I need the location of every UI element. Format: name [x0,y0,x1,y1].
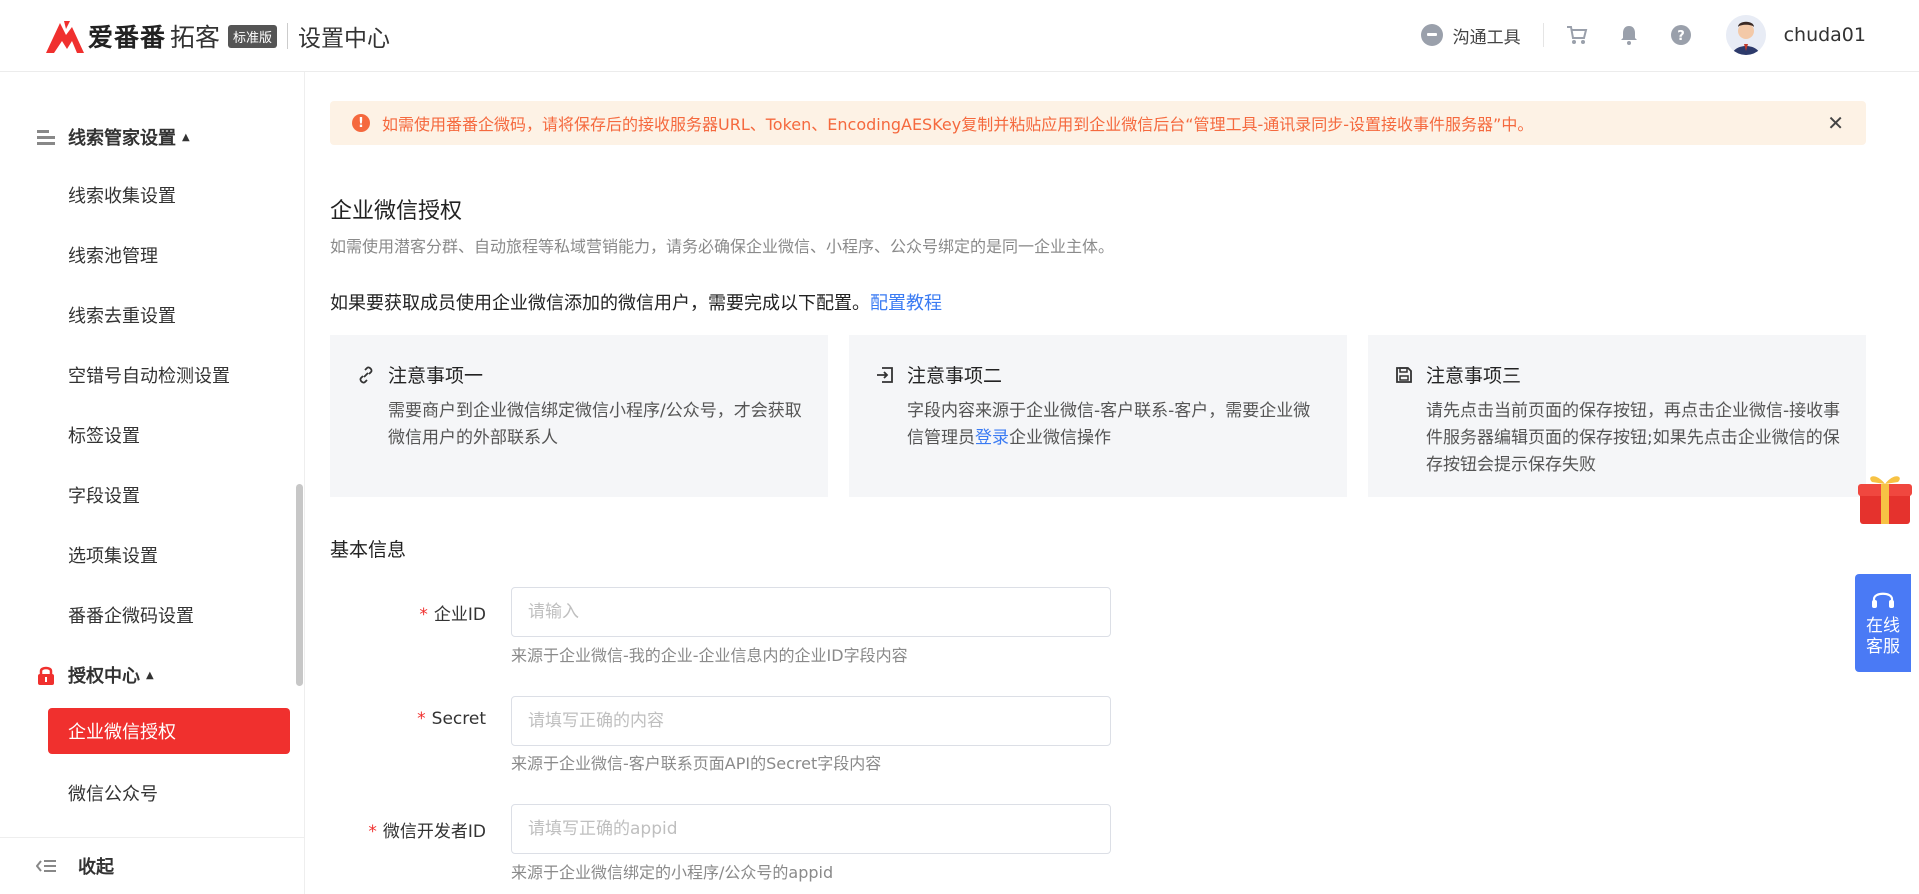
collapse-label: 收起 [78,857,114,878]
notice-title: 注意事项一 [388,365,484,387]
username[interactable]: chuda01 [1784,24,1866,46]
sidebar: 线索管家设置 ▲ 线索收集设置 线索池管理 线索去重设置 空错号自动检测设置 标… [0,72,305,894]
notice-title: 注意事项二 [907,365,1003,387]
login-link[interactable]: 登录 [975,428,1009,448]
svg-text:?: ? [1677,29,1685,44]
corp-id-input[interactable] [511,587,1111,637]
field-label: 微信开发者ID [382,822,486,842]
caret-up-icon: ▲ [146,669,154,681]
logo-mark-icon [46,21,84,53]
gift-icon[interactable] [1856,470,1914,526]
headset-icon [1872,592,1894,608]
sidebar-item-fields[interactable]: 字段设置 [68,482,140,508]
warning-icon: ! [352,114,370,132]
bell-icon[interactable] [1618,24,1640,46]
logo-sub: 拓客 [170,23,221,52]
sidebar-item-number-check[interactable]: 空错号自动检测设置 [68,362,230,388]
chat-icon [1420,24,1443,46]
comm-tool-button[interactable]: 沟通工具 [1420,23,1521,48]
lock-icon [38,666,54,685]
sidebar-item-wecom-code[interactable]: 番番企微码设置 [68,602,194,628]
sidebar-scrollbar[interactable] [296,484,303,686]
notice-title: 注意事项三 [1426,365,1522,387]
secret-input[interactable] [511,696,1111,746]
logo[interactable]: 爱番番 拓客 标准版 设置中心 [44,16,390,56]
notice-card-2: 注意事项二 字段内容来源于企业微信-客户联系-客户，需要企业微信管理员登录企业微… [849,335,1347,497]
notice-card-3: 注意事项三 请先点击当前页面的保存按钮，再点击企业微信-接收事件服务器编辑页面的… [1368,335,1866,497]
logo-divider [287,23,289,49]
notice-card-1: 注意事项一 需要商户到企业微信绑定微信小程序/公众号，才会获取微信用户的外部联系… [330,335,828,497]
corp-id-help: 来源于企业微信-我的企业-企业信息内的企业ID字段内容 [511,646,908,665]
sidebar-item-lead-dedup[interactable]: 线索去重设置 [68,302,176,328]
sidebar-group-label: 线索管家设置 [68,128,176,149]
section-title: 企业微信授权 [330,199,463,224]
close-icon[interactable]: ✕ [1827,113,1844,133]
link-icon [356,365,376,385]
notice-body-text: 企业微信操作 [1009,428,1111,448]
sidebar-item-option-sets[interactable]: 选项集设置 [68,542,158,568]
logo-brand: 爱番番 [88,23,167,52]
collapse-icon [36,860,56,872]
secret-label: * Secret [330,709,486,729]
required-mark: * [417,709,426,729]
header-divider [1542,23,1544,47]
caret-up-icon: ▲ [182,131,190,143]
config-tutorial-link[interactable]: 配置教程 [870,293,942,314]
sidebar-collapse-button[interactable]: 收起 [0,837,304,894]
sidebar-item-wechat-official[interactable]: 微信公众号 [68,780,158,806]
field-label: Secret [431,709,486,729]
config-note: 如果要获取成员使用企业微信添加的微信用户，需要完成以下配置。配置教程 [330,289,942,315]
appid-input[interactable] [511,804,1111,854]
sidebar-item-tags[interactable]: 标签设置 [68,422,140,448]
online-service-button[interactable]: 在线客服 [1855,574,1911,672]
required-mark: * [419,605,428,625]
sidebar-group-leads[interactable]: 线索管家设置 ▲ [36,124,190,150]
header-actions: 沟通工具 ? chuda01 [1420,0,1919,70]
list-icon [37,130,55,145]
alert-text: 如需使用番番企微码，请将保存后的接收服务器URL、Token、EncodingA… [382,115,1534,134]
online-service-label: 在线客服 [1866,616,1900,657]
required-mark: * [368,822,377,842]
basic-info-title: 基本信息 [330,539,407,561]
appid-label: * 微信开发者ID [330,817,486,842]
sidebar-group-label: 授权中心 [68,666,140,687]
login-icon [875,365,895,385]
section-description: 如需使用潜客分群、自动旅程等私域营销能力，请务必确保企业微信、小程序、公众号绑定… [330,237,1115,256]
save-icon [1394,365,1414,385]
config-note-text: 如果要获取成员使用企业微信添加的微信用户，需要完成以下配置。 [330,293,870,314]
cart-icon[interactable] [1566,24,1588,46]
alert-banner: ! 如需使用番番企微码，请将保存后的接收服务器URL、Token、Encodin… [330,101,1866,145]
sidebar-item-lead-pool[interactable]: 线索池管理 [68,242,158,268]
page-title: 设置中心 [298,26,391,52]
sidebar-item-lead-collect[interactable]: 线索收集设置 [68,182,176,208]
edition-badge: 标准版 [228,24,278,48]
sidebar-item-wecom-auth[interactable]: 企业微信授权 [48,708,290,754]
appid-help: 来源于企业微信绑定的小程序/公众号的appid [511,863,834,882]
notice-body: 请先点击当前页面的保存按钮，再点击企业微信-接收事件服务器编辑页面的保存按钮;如… [1426,401,1841,475]
notice-body: 需要商户到企业微信绑定微信小程序/公众号，才会获取微信用户的外部联系人 [388,401,802,448]
top-header: 爱番番 拓客 标准版 设置中心 沟通工具 ? chuda01 [0,0,1919,72]
comm-tool-label: 沟通工具 [1452,27,1521,48]
sidebar-group-auth[interactable]: 授权中心 ▲ [36,662,154,688]
notice-body: 字段内容来源于企业微信-客户联系-客户，需要企业微信管理员登录企业微信操作 [907,398,1323,452]
corp-id-label: * 企业ID [330,600,486,625]
field-label: 企业ID [433,605,486,625]
avatar[interactable] [1725,15,1766,55]
help-icon[interactable]: ? [1670,24,1692,46]
secret-help: 来源于企业微信-客户联系页面API的Secret字段内容 [511,754,882,773]
